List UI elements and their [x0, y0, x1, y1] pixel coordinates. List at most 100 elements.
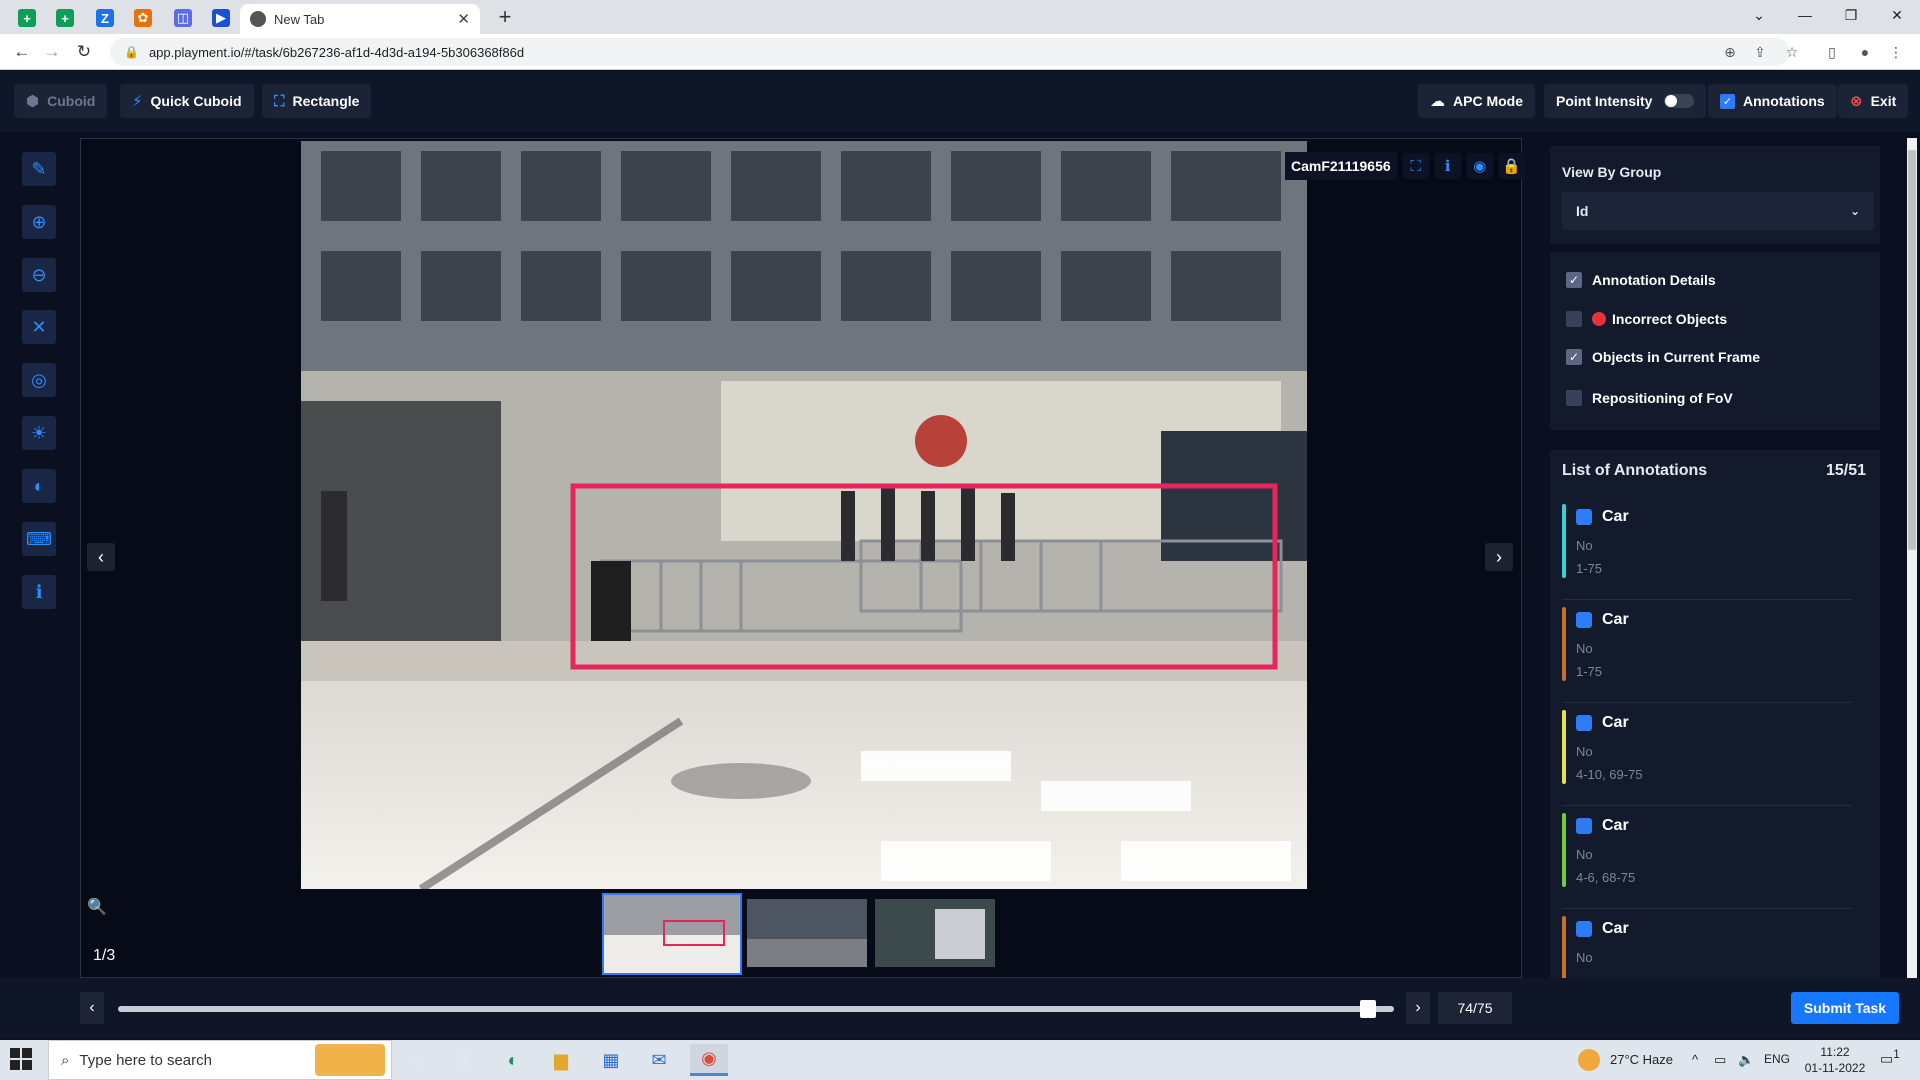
bookmark-star-icon[interactable]: ☆	[1782, 42, 1802, 62]
profile-icon[interactable]: ●	[1855, 42, 1875, 62]
fit-screen-icon[interactable]: ✕	[22, 310, 56, 344]
side-panel-icon[interactable]: ▯	[1822, 42, 1842, 62]
next-image-button[interactable]: ›	[1485, 543, 1513, 571]
tab-search-icon[interactable]: ⌄	[1736, 0, 1782, 30]
windows-logo	[10, 1048, 32, 1070]
eye-icon[interactable]: ◉	[1466, 153, 1493, 179]
annotation-type-label: Car	[1602, 817, 1629, 834]
close-icon[interactable]: ✕	[457, 10, 470, 28]
minimize-button[interactable]: —	[1782, 0, 1828, 30]
mail-icon[interactable]: ✉	[640, 1044, 678, 1076]
submit-task-button[interactable]: Submit Task	[1791, 992, 1899, 1024]
annotation-list-item[interactable]: Car No 1-75	[1562, 500, 1852, 600]
share-icon[interactable]: ⇪	[1750, 42, 1770, 62]
camera-image[interactable]	[301, 141, 1307, 889]
crosshair-icon[interactable]: ◎	[22, 363, 56, 397]
volume-icon[interactable]: 🔈	[1738, 1052, 1754, 1068]
pinned-tab-4[interactable]: ✿	[124, 4, 162, 32]
cube-icon	[1576, 715, 1592, 731]
point-intensity-toggle[interactable]	[1664, 94, 1695, 108]
prev-frame-button[interactable]: ‹	[80, 992, 104, 1024]
tray-chevron-icon[interactable]: ^	[1692, 1052, 1698, 1067]
info-icon[interactable]: ℹ	[1434, 153, 1461, 179]
brightness-icon[interactable]: ☀	[22, 416, 56, 450]
checkbox-checked-icon[interactable]: ✓	[1566, 272, 1582, 288]
annotation-list-item[interactable]: Car No 4-10, 69-75	[1562, 706, 1852, 806]
menu-dots-icon[interactable]: ⋮	[1886, 42, 1906, 62]
pinned-tab-6[interactable]: ▶	[202, 4, 240, 32]
panel-scrollbar-thumb[interactable]	[1908, 150, 1916, 550]
checkbox-unchecked-icon[interactable]	[1566, 311, 1582, 327]
checkbox-checked-icon[interactable]: ✓	[1720, 93, 1735, 109]
zoom-in-icon[interactable]: ⊕	[22, 205, 56, 239]
annotation-frame-range: 4-10, 69-75	[1576, 767, 1643, 782]
lock-icon[interactable]: 🔒	[1498, 153, 1525, 179]
annotation-attribute: No	[1576, 847, 1593, 862]
new-tab-button[interactable]: +	[492, 4, 518, 30]
right-panel: View By Group Id ⌄ ✓ Annotation Details …	[1540, 138, 1920, 978]
back-icon[interactable]: ←	[10, 40, 34, 64]
filter-objects-current-frame[interactable]: ✓ Objects in Current Frame	[1566, 349, 1760, 365]
quick-cuboid-button[interactable]: ⚡ Quick Cuboid	[120, 84, 254, 118]
windows-start-icon[interactable]	[10, 1048, 36, 1072]
camera-label: CamF21119656	[1285, 152, 1397, 180]
annotation-type: Car	[1576, 920, 1629, 938]
next-frame-button[interactable]: ›	[1406, 992, 1430, 1024]
forward-icon[interactable]: →	[40, 40, 64, 64]
group-select[interactable]: Id ⌄	[1562, 192, 1874, 230]
playment-icon: ▶	[212, 9, 230, 27]
contrast-icon[interactable]: ◐	[22, 469, 56, 503]
store-icon[interactable]: ▦	[592, 1044, 630, 1076]
reload-icon[interactable]: ↻	[72, 40, 96, 64]
keyboard-icon[interactable]: ⌨	[22, 522, 56, 556]
tab-new-tab[interactable]: New Tab ✕	[240, 4, 480, 34]
task-view-icon[interactable]: ⧉	[444, 1044, 482, 1076]
annotation-frame-range: 1-75	[1576, 664, 1603, 679]
weather-text[interactable]: 27°C Haze	[1610, 1052, 1673, 1067]
magnifier-icon[interactable]: 🔍	[87, 897, 107, 917]
filter-incorrect-objects[interactable]: Incorrect Objects	[1566, 311, 1727, 327]
zoom-out-icon[interactable]: ⊖	[22, 258, 56, 292]
thumbnail-2[interactable]	[747, 899, 867, 967]
annotations-toggle[interactable]: ✓ Annotations	[1708, 84, 1837, 118]
expand-icon[interactable]: ⛶	[1402, 153, 1429, 179]
annotation-list-item[interactable]: Car No 4-6, 68-75	[1562, 809, 1852, 909]
pinned-tab-1[interactable]: +	[8, 4, 46, 32]
clock[interactable]: 11:22 01-11-2022	[1800, 1044, 1870, 1076]
info-icon[interactable]: ℹ	[22, 575, 56, 609]
frame-slider[interactable]	[118, 1000, 1394, 1018]
annotation-type-label: Car	[1602, 508, 1629, 525]
taskbar-search[interactable]: ⌕ Type here to search	[48, 1040, 392, 1080]
filter-annotation-details[interactable]: ✓ Annotation Details	[1566, 272, 1716, 288]
zoom-icon[interactable]: ⊕	[1720, 42, 1740, 62]
pinned-tab-3[interactable]: Z	[86, 4, 124, 32]
address-bar[interactable]: 🔒 app.playment.io/#/task/6b267236-af1d-4…	[110, 38, 1790, 66]
filter-repositioning-fov[interactable]: Repositioning of FoV	[1566, 390, 1733, 406]
network-icon[interactable]: ▭	[1714, 1052, 1726, 1068]
rectangle-button[interactable]: ⛶ Rectangle	[262, 84, 372, 118]
pinned-tab-2[interactable]: +	[46, 4, 84, 32]
thumbnail-3[interactable]	[875, 899, 995, 967]
prev-image-button[interactable]: ‹	[87, 543, 115, 571]
group-select-value: Id	[1576, 203, 1589, 219]
restore-button[interactable]: ❐	[1828, 0, 1874, 30]
edge-icon[interactable]: ◐	[494, 1044, 532, 1076]
chrome-icon[interactable]: ◉	[690, 1044, 728, 1076]
exit-button[interactable]: ⊗ Exit	[1838, 84, 1909, 118]
checkbox-unchecked-icon[interactable]	[1566, 390, 1582, 406]
cortana-icon[interactable]: ○	[398, 1044, 436, 1076]
language-indicator[interactable]: ENG	[1764, 1052, 1790, 1066]
pin-icon[interactable]: ✎	[22, 152, 56, 186]
pinned-tab-5[interactable]: ◫	[164, 4, 202, 32]
thumbnail-1[interactable]	[602, 893, 742, 975]
checkbox-checked-icon[interactable]: ✓	[1566, 349, 1582, 365]
point-intensity-control[interactable]: Point Intensity	[1544, 84, 1707, 118]
frame-slider-handle[interactable]	[1360, 1000, 1377, 1018]
cuboid-button[interactable]: ⬢ Cuboid	[14, 84, 108, 118]
apc-mode-button[interactable]: ☁ APC Mode	[1418, 84, 1535, 118]
close-window-button[interactable]: ✕	[1874, 0, 1920, 30]
annotation-list-item[interactable]: Car No 1-75	[1562, 603, 1852, 703]
notification-icon[interactable]: ▭1	[1880, 1048, 1900, 1068]
annotation-list-item[interactable]: Car No	[1562, 912, 1852, 978]
file-explorer-icon[interactable]: ▆	[542, 1044, 580, 1076]
